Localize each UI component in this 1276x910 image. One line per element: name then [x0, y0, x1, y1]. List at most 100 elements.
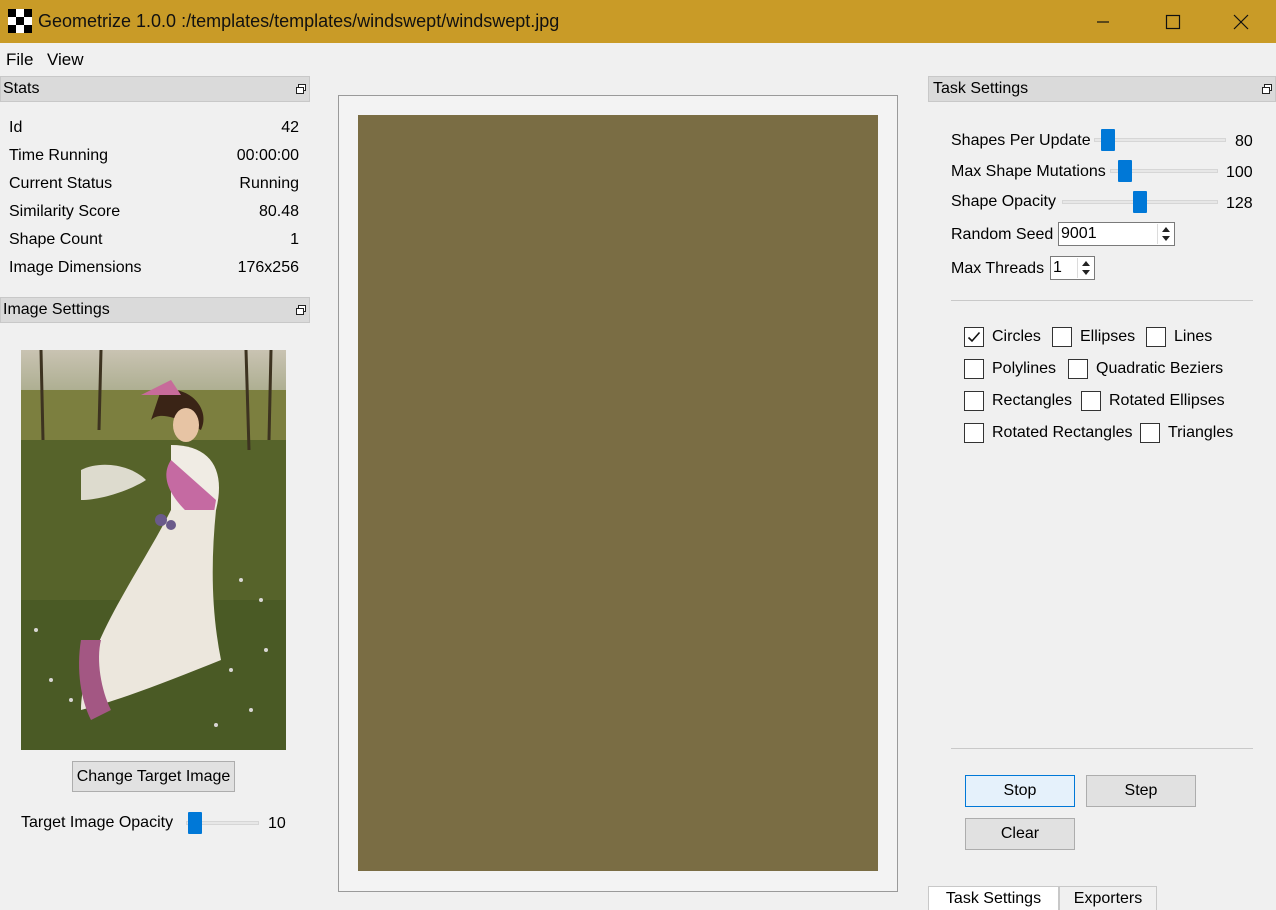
stat-label: Image Dimensions [9, 259, 142, 276]
close-button[interactable] [1206, 0, 1276, 43]
menu-view[interactable]: View [47, 50, 84, 70]
checkbox-box[interactable] [1140, 423, 1160, 443]
checkbox-triangles[interactable]: Triangles [1140, 422, 1233, 444]
checkbox-quadratic-beziers[interactable]: Quadratic Beziers [1068, 358, 1223, 380]
stats-dock-title: Stats [3, 80, 40, 97]
window-title: Geometrize 1.0.0 :/templates/templates/w… [38, 11, 560, 31]
stat-row-current-status: Current Status Running [9, 175, 299, 197]
clear-button[interactable]: Clear [965, 818, 1075, 850]
checkbox-rotated-ellipses[interactable]: Rotated Ellipses [1081, 390, 1225, 412]
stop-button[interactable]: Stop [965, 775, 1075, 807]
stat-row-shape-count: Shape Count 1 [9, 231, 299, 253]
change-target-image-button[interactable]: Change Target Image [72, 761, 235, 792]
stat-label: Shape Count [9, 231, 103, 248]
stats-dock-header: Stats [0, 76, 310, 102]
random-seed-label: Random Seed [951, 226, 1054, 243]
slider-thumb[interactable] [1118, 160, 1132, 182]
max-shape-mutations-label: Max Shape Mutations [951, 163, 1106, 180]
stat-value: 42 [281, 119, 299, 136]
stat-value: Running [239, 175, 299, 192]
checkbox-label: Lines [1174, 328, 1213, 345]
stat-value: 80.48 [258, 203, 299, 220]
spin-arrows[interactable] [1077, 258, 1093, 278]
stat-row-time-running: Time Running 00:00:00 [9, 147, 299, 169]
title-bar[interactable]: Geometrize 1.0.0 :/templates/templates/w… [0, 0, 1276, 43]
target-image-opacity-label: Target Image Opacity [21, 814, 174, 831]
stat-row-image-dimensions: Image Dimensions 176x256 [9, 259, 299, 281]
max-threads-spinbox[interactable]: 1 [1050, 256, 1095, 280]
shape-opacity-slider[interactable] [1062, 191, 1218, 213]
minimize-button[interactable] [1068, 0, 1138, 43]
checkbox-box[interactable] [964, 327, 984, 347]
menu-bar [0, 43, 1276, 75]
spin-up-down-icon [1082, 261, 1090, 275]
checkbox-rotated-rectangles[interactable]: Rotated Rectangles [964, 422, 1133, 444]
checkbox-box[interactable] [1068, 359, 1088, 379]
step-button[interactable]: Step [1086, 775, 1196, 807]
task-settings-dock-title: Task Settings [933, 80, 1029, 97]
image-settings-dock-header: Image Settings [0, 297, 310, 323]
task-settings-dock-header: Task Settings [928, 76, 1276, 102]
checkbox-label: Rectangles [992, 392, 1073, 409]
max-shape-mutations-slider[interactable] [1110, 160, 1218, 182]
slider-thumb[interactable] [188, 812, 202, 834]
float-dock-icon[interactable] [295, 304, 307, 316]
checkbox-box[interactable] [1081, 391, 1101, 411]
checkbox-lines[interactable]: Lines [1146, 326, 1212, 348]
slider-thumb[interactable] [1101, 129, 1115, 151]
checkbox-label: Quadratic Beziers [1096, 360, 1224, 377]
checkmark-icon [967, 331, 981, 343]
checkbox-box[interactable] [964, 423, 984, 443]
max-threads-label: Max Threads [951, 260, 1045, 277]
checkbox-circles[interactable]: Circles [964, 326, 1041, 348]
checkbox-label: Circles [992, 328, 1041, 345]
maximize-button[interactable] [1138, 0, 1208, 43]
checkbox-polylines[interactable]: Polylines [964, 358, 1056, 380]
checkbox-label: Triangles [1168, 424, 1234, 441]
max-threads-value: 1 [1053, 259, 1062, 276]
target-image-opacity-value: 10 [268, 815, 286, 832]
geometrized-canvas[interactable] [358, 115, 878, 871]
max-shape-mutations-value: 100 [1226, 164, 1253, 181]
stat-label: Similarity Score [9, 203, 121, 220]
shape-opacity-label: Shape Opacity [951, 193, 1056, 210]
target-painting-image [21, 350, 286, 750]
checkbox-label: Ellipses [1080, 328, 1136, 345]
tab-exporters[interactable]: Exporters [1059, 886, 1157, 910]
spin-up-down-icon [1162, 227, 1170, 241]
tab-task-settings[interactable]: Task Settings [928, 886, 1059, 910]
shapes-per-update-slider[interactable] [1094, 129, 1226, 151]
menu-file[interactable]: File [6, 50, 33, 70]
maximize-icon [1165, 14, 1181, 29]
spin-arrows[interactable] [1157, 224, 1173, 244]
image-settings-dock-title: Image Settings [3, 301, 110, 318]
stat-label: Time Running [9, 147, 109, 164]
shapes-per-update-value: 80 [1235, 133, 1253, 150]
shapes-per-update-label: Shapes Per Update [951, 132, 1091, 149]
close-icon [1233, 14, 1249, 29]
stat-label: Id [9, 119, 23, 136]
stat-label: Current Status [9, 175, 113, 192]
checkbox-box[interactable] [964, 391, 984, 411]
checkbox-rectangles[interactable]: Rectangles [964, 390, 1072, 412]
random-seed-spinbox[interactable]: 9001 [1058, 222, 1175, 246]
checkbox-box[interactable] [1052, 327, 1072, 347]
stat-value: 1 [290, 231, 299, 248]
target-image-opacity-slider[interactable] [186, 812, 259, 834]
shape-opacity-value: 128 [1226, 195, 1253, 212]
float-dock-icon[interactable] [295, 83, 307, 95]
stat-row-id: Id 42 [9, 119, 299, 141]
separator [951, 300, 1253, 301]
separator [951, 748, 1253, 749]
slider-thumb[interactable] [1133, 191, 1147, 213]
checkbox-ellipses[interactable]: Ellipses [1052, 326, 1135, 348]
stat-value: 176x256 [237, 259, 299, 276]
checkbox-box[interactable] [964, 359, 984, 379]
float-dock-icon[interactable] [1261, 83, 1273, 95]
random-seed-value: 9001 [1061, 225, 1097, 242]
checkbox-label: Rotated Rectangles [992, 424, 1133, 441]
checkbox-label: Rotated Ellipses [1109, 392, 1225, 409]
checkbox-box[interactable] [1146, 327, 1166, 347]
target-image-preview [21, 350, 286, 750]
stat-row-similarity-score: Similarity Score 80.48 [9, 203, 299, 225]
